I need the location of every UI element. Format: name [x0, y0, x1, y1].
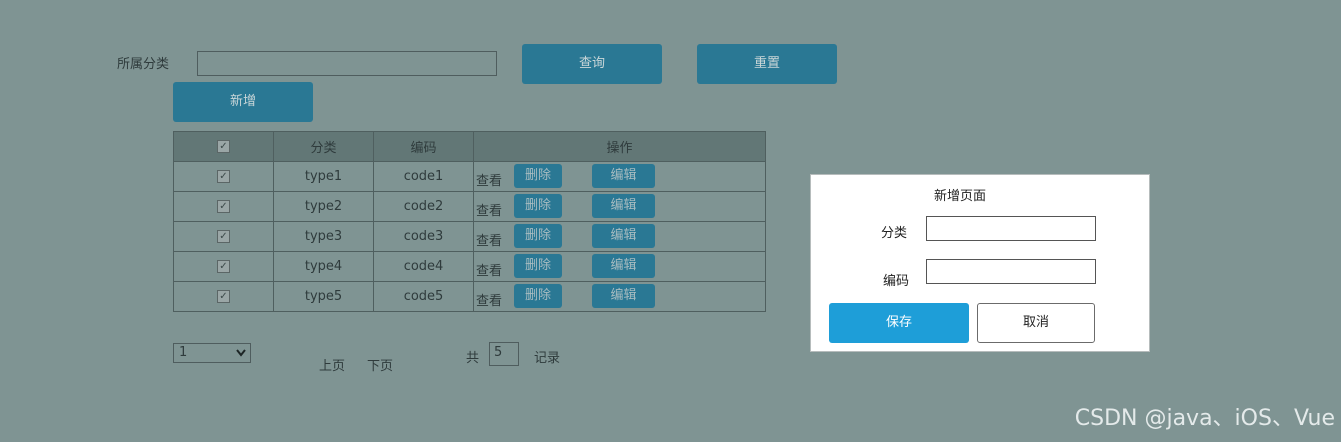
row-checkbox[interactable]: ✓ [217, 230, 230, 243]
row-code-cell: code4 [373, 251, 474, 282]
page-select[interactable]: 1 [173, 343, 251, 363]
dialog-code-label: 编码 [883, 274, 910, 289]
total-count-box: 5 [489, 342, 519, 366]
category-filter-label: 所属分类 [117, 57, 170, 72]
delete-button[interactable]: 删除 [514, 194, 562, 218]
table-row: ✓ type4 code4 查看 删除 编辑 [173, 251, 766, 282]
dialog-category-label: 分类 [881, 226, 908, 241]
view-link[interactable]: 查看 [476, 230, 502, 249]
header-select-all[interactable]: ✓ [173, 131, 274, 162]
row-select-cell[interactable]: ✓ [173, 191, 274, 222]
row-actions-cell: 查看 删除 编辑 [473, 281, 766, 312]
category-filter-input[interactable] [197, 51, 497, 76]
row-select-cell[interactable]: ✓ [173, 221, 274, 252]
delete-button[interactable]: 删除 [514, 284, 562, 308]
table-row: ✓ type2 code2 查看 删除 编辑 [173, 191, 766, 222]
row-checkbox[interactable]: ✓ [217, 260, 230, 273]
edit-button[interactable]: 编辑 [592, 194, 655, 218]
next-page-link[interactable]: 下页 [367, 355, 393, 374]
row-code-cell: code1 [373, 161, 474, 192]
table-header-row: ✓ 分类 编码 操作 [173, 131, 766, 162]
row-type-cell: type3 [273, 221, 374, 252]
edit-button[interactable]: 编辑 [592, 164, 655, 188]
row-type-cell: type1 [273, 161, 374, 192]
delete-button[interactable]: 删除 [514, 224, 562, 248]
total-suffix: 记录 [534, 351, 561, 366]
category-table: ✓ 分类 编码 操作 ✓ type1 code1 查看 删除 编辑 ✓ type… [173, 131, 766, 312]
row-select-cell[interactable]: ✓ [173, 281, 274, 312]
row-type-cell: type5 [273, 281, 374, 312]
dialog-title: 新增页面 [933, 189, 986, 204]
query-button[interactable]: 查询 [522, 44, 662, 84]
row-actions-cell: 查看 删除 编辑 [473, 191, 766, 222]
view-link[interactable]: 查看 [476, 290, 502, 309]
row-code-cell: code5 [373, 281, 474, 312]
row-type-cell: type4 [273, 251, 374, 282]
row-actions-cell: 查看 删除 编辑 [473, 221, 766, 252]
total-count: 5 [494, 345, 503, 360]
row-type-cell: type2 [273, 191, 374, 222]
row-checkbox[interactable]: ✓ [217, 170, 230, 183]
save-button[interactable]: 保存 [829, 303, 969, 343]
table-row: ✓ type1 code1 查看 删除 编辑 [173, 161, 766, 192]
dialog-category-input[interactable] [926, 216, 1096, 241]
row-checkbox[interactable]: ✓ [217, 290, 230, 303]
total-prefix: 共 [466, 351, 480, 366]
row-code-cell: code2 [373, 191, 474, 222]
row-select-cell[interactable]: ✓ [173, 161, 274, 192]
edit-button[interactable]: 编辑 [592, 224, 655, 248]
view-link[interactable]: 查看 [476, 170, 502, 189]
header-code: 编码 [373, 131, 474, 162]
row-actions-cell: 查看 删除 编辑 [473, 161, 766, 192]
edit-button[interactable]: 编辑 [592, 284, 655, 308]
page-select-value: 1 [179, 345, 188, 360]
table-row: ✓ type3 code3 查看 删除 编辑 [173, 221, 766, 252]
select-all-checkbox[interactable]: ✓ [217, 140, 230, 153]
header-category: 分类 [273, 131, 374, 162]
table-row: ✓ type5 code5 查看 删除 编辑 [173, 281, 766, 312]
row-code-cell: code3 [373, 221, 474, 252]
edit-button[interactable]: 编辑 [592, 254, 655, 278]
row-select-cell[interactable]: ✓ [173, 251, 274, 282]
view-link[interactable]: 查看 [476, 200, 502, 219]
dialog-code-input[interactable] [926, 259, 1096, 284]
add-dialog: 新增页面 分类 编码 保存 取消 [810, 174, 1150, 352]
cancel-button[interactable]: 取消 [977, 303, 1095, 343]
delete-button[interactable]: 删除 [514, 254, 562, 278]
row-checkbox[interactable]: ✓ [217, 200, 230, 213]
chevron-down-icon [236, 349, 246, 357]
add-button[interactable]: 新增 [173, 82, 313, 122]
watermark: CSDN @java、iOS、Vue [1074, 406, 1335, 431]
delete-button[interactable]: 删除 [514, 164, 562, 188]
view-link[interactable]: 查看 [476, 260, 502, 279]
prev-page-link[interactable]: 上页 [319, 355, 345, 374]
row-actions-cell: 查看 删除 编辑 [473, 251, 766, 282]
header-actions: 操作 [473, 131, 766, 162]
reset-button[interactable]: 重置 [697, 44, 837, 84]
